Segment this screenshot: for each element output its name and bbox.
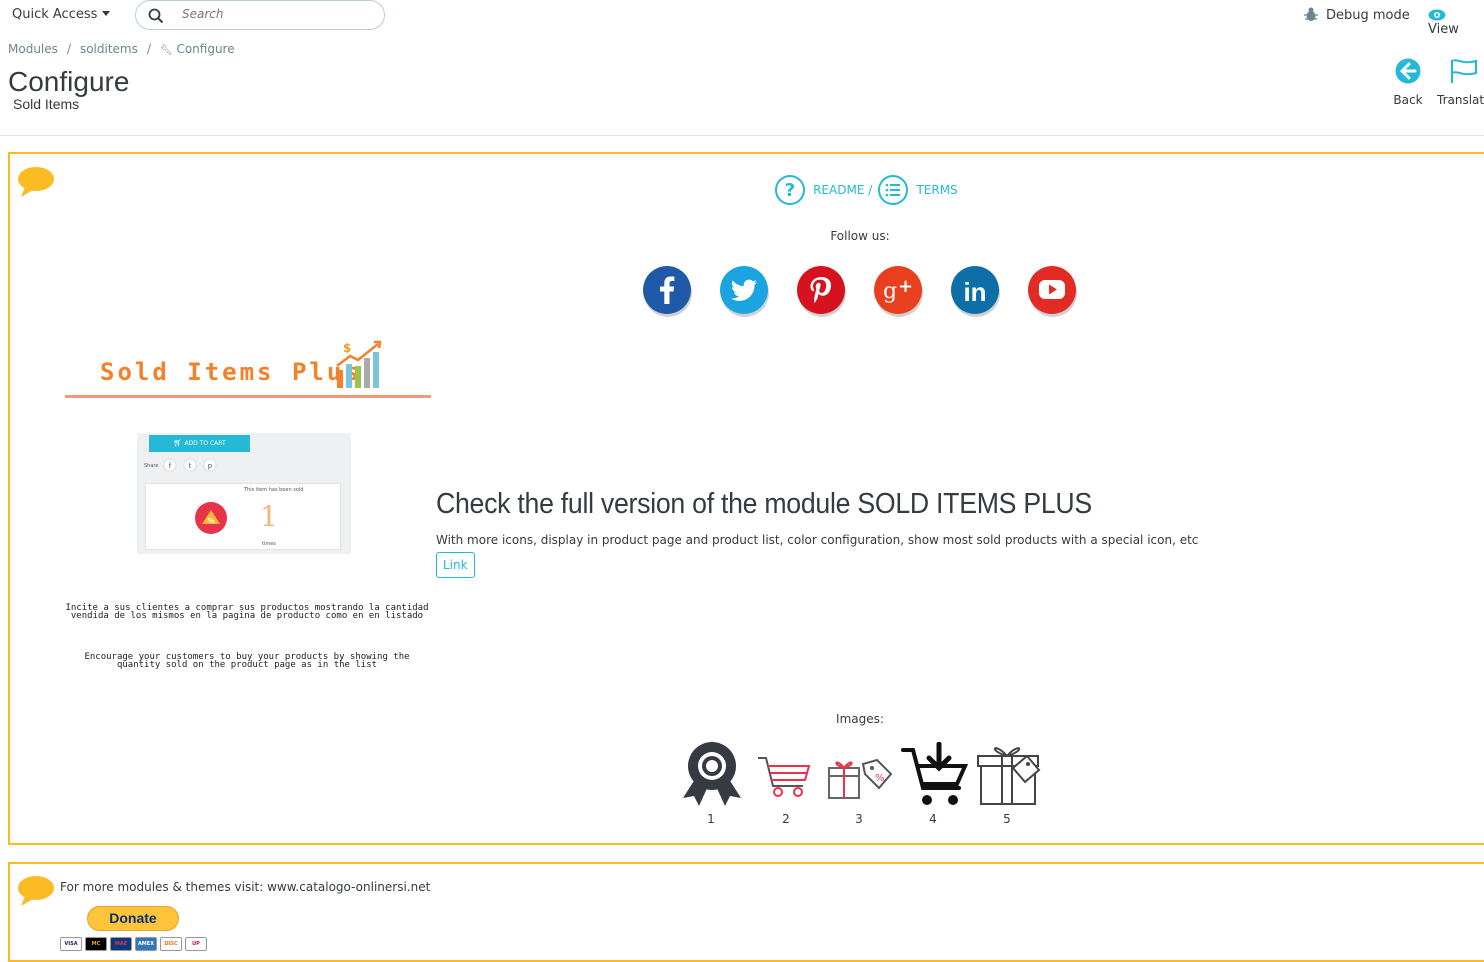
image-number-2: 2 <box>782 812 790 826</box>
promo-heading: Check the full version of the module SOL… <box>436 488 1092 520</box>
list-circle-icon[interactable] <box>877 174 909 206</box>
image-number-4: 4 <box>929 812 937 826</box>
banner-underline <box>65 395 431 398</box>
svg-text:in: in <box>963 277 986 307</box>
mock-add-to-cart-label: ADD TO CART <box>184 440 226 447</box>
back-button[interactable]: Back <box>1392 58 1424 107</box>
question-circle-icon[interactable]: ? <box>774 174 806 206</box>
eye-icon <box>1428 9 1446 21</box>
follow-us-label: Follow us: <box>830 229 890 243</box>
debug-mode-label: Debug mode <box>1326 8 1410 23</box>
gift-box-icon[interactable] <box>975 740 1043 808</box>
quick-access-label: Quick Access <box>12 7 98 22</box>
search-input[interactable] <box>180 6 374 22</box>
caret-down-icon <box>102 11 111 16</box>
growth-chart-icon: $ <box>336 340 382 388</box>
header-divider <box>0 135 1484 136</box>
gift-tag-icon[interactable]: % <box>827 754 893 800</box>
award-ribbon-icon[interactable] <box>681 740 743 806</box>
images-label: Images: <box>836 712 884 726</box>
youtube-icon[interactable] <box>1028 266 1076 314</box>
mock-sold-box <box>145 483 341 550</box>
donate-button[interactable]: Donate <box>87 906 179 931</box>
flag-icon <box>1451 59 1477 83</box>
unionpay-card-icon: UP <box>185 937 207 951</box>
incite-text: Incite a sus clientes a comprar sus prod… <box>65 603 429 621</box>
banner-title: Sold Items Plus <box>100 358 362 386</box>
page-title: Configure <box>8 66 130 97</box>
more-modules-text: For more modules & themes visit: www.cat… <box>60 880 431 894</box>
svg-text:$: $ <box>343 341 351 355</box>
sold-badge-icon: % <box>195 502 227 534</box>
svg-text:g: g <box>883 279 897 304</box>
breadcrumb: Modules / solditems / 🔧︎ Configure <box>8 42 235 56</box>
twitter-icon[interactable] <box>720 266 768 314</box>
svg-text:?: ? <box>785 180 795 201</box>
readme-link[interactable]: README / <box>813 183 872 197</box>
page-subtitle: Sold Items <box>13 96 80 112</box>
encourage-text: Encourage your customers to buy your pro… <box>84 652 410 670</box>
svg-text:%: % <box>207 517 214 525</box>
svg-text:t: t <box>189 462 192 470</box>
mock-sold-count: 1 <box>260 500 278 533</box>
search-icon <box>148 8 164 24</box>
maestro-card-icon: MAE <box>110 937 132 951</box>
svg-text:%: % <box>875 773 885 784</box>
breadcrumb-modules[interactable]: Modules <box>8 42 58 56</box>
promo-description: With more icons, display in product page… <box>436 533 1199 547</box>
quick-access-menu[interactable]: Quick Access <box>12 7 111 22</box>
terms-link[interactable]: TERMS <box>916 183 957 197</box>
visa-card-icon: VISA <box>60 937 82 951</box>
promo-link-button[interactable]: Link <box>436 552 475 578</box>
svg-text:+: + <box>898 276 913 297</box>
image-number-1: 1 <box>707 812 715 826</box>
google-plus-icon[interactable]: g + <box>874 266 922 314</box>
shopping-cart-icon[interactable] <box>756 754 812 798</box>
facebook-icon[interactable] <box>643 266 691 314</box>
speech-bubble-icon <box>18 876 54 906</box>
debug-mode-indicator[interactable]: Debug mode <box>1304 7 1410 23</box>
mock-share-label: Share <box>144 463 159 469</box>
speech-bubble-icon <box>18 167 54 197</box>
back-label: Back <box>1393 93 1423 107</box>
breadcrumb-solditems[interactable]: solditems <box>80 42 138 56</box>
linkedin-icon[interactable]: in <box>951 266 999 314</box>
donate-panel <box>8 862 1484 962</box>
translate-label: Translat <box>1437 93 1484 107</box>
image-number-3: 3 <box>855 812 863 826</box>
cart-download-icon[interactable] <box>901 742 969 808</box>
translate-button[interactable]: Translat <box>1437 58 1484 107</box>
mock-add-to-cart-button: 🛒︎ ADD TO CART <box>149 435 250 452</box>
search-box[interactable] <box>135 0 385 30</box>
svg-text:p: p <box>208 462 213 470</box>
wrench-icon: 🔧︎ <box>159 45 173 56</box>
mock-sold-text: This item has been sold <box>244 487 304 493</box>
readme-terms-row: ? README / TERMS <box>774 174 958 206</box>
image-number-5: 5 <box>1003 812 1011 826</box>
pinterest-icon[interactable] <box>797 266 845 314</box>
breadcrumb-configure: Configure <box>176 42 235 56</box>
bug-icon <box>1304 7 1318 21</box>
view-shop-link[interactable]: View <box>1428 7 1484 37</box>
mastercard-icon: MC <box>85 937 107 951</box>
arrow-left-circle-icon <box>1395 58 1421 84</box>
discover-card-icon: DISC <box>160 937 182 951</box>
view-label: View <box>1428 22 1459 37</box>
amex-card-icon: AMEX <box>135 937 157 951</box>
mock-times-label: times <box>262 541 276 547</box>
mock-share-icons: f t p <box>163 458 217 472</box>
